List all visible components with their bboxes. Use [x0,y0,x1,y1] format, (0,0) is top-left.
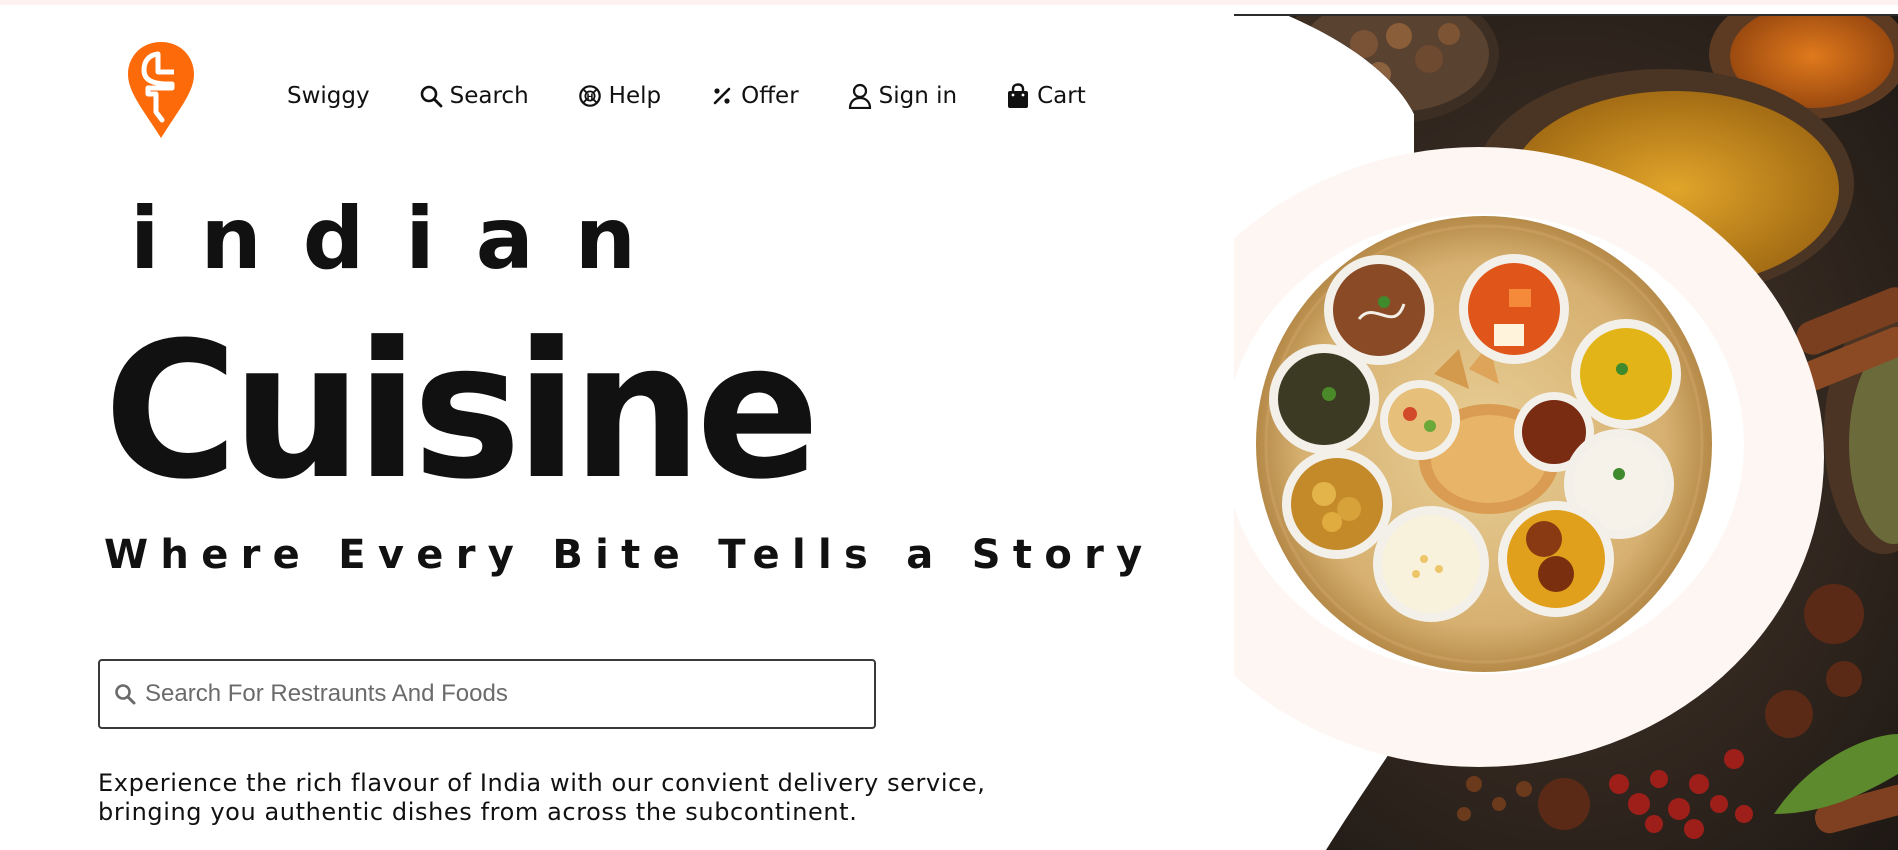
svg-text:H: H [586,92,593,102]
help-lifebuoy-icon: H [578,84,602,108]
nav-swiggy-label: Swiggy [287,83,370,109]
top-nav: Swiggy Search H Help Offer Sign in Cart [287,78,1086,114]
percent-icon [710,84,734,108]
nav-cart-label: Cart [1037,83,1086,109]
nav-swiggy[interactable]: Swiggy [287,78,370,114]
search-bar[interactable] [98,659,876,729]
nav-search[interactable]: Search [419,78,529,114]
nav-sign-in-label: Sign in [878,83,958,109]
shopping-bag-icon [1006,83,1030,108]
swiggy-logo[interactable] [126,40,196,140]
search-icon [419,84,443,108]
description-line-1: Experience the rich flavour of India wit… [98,769,986,797]
nav-sign-in[interactable]: Sign in [848,78,957,114]
nav-help-label: Help [608,83,662,109]
hero-top-border [1234,14,1898,16]
top-accent-strip [0,0,1898,5]
headline-cuisine: Cuisine [104,302,820,521]
hero-food-image [1234,14,1898,850]
nav-offer[interactable]: Offer [710,78,799,114]
search-input[interactable] [143,679,847,709]
headline-tagline: Where Every Bite Tells a Story [104,532,1155,578]
nav-search-label: Search [449,83,529,109]
search-icon [113,682,137,706]
landing-page: Swiggy Search H Help Offer Sign in Cart … [0,0,1898,850]
nav-cart[interactable]: Cart [1006,78,1086,114]
nav-help[interactable]: H Help [578,78,661,114]
user-icon [848,83,872,109]
intro-description: Experience the rich flavour of India wit… [98,769,986,827]
headline-indian: indian [130,189,677,289]
nav-offer-label: Offer [741,83,799,109]
description-line-2: bringing you authentic dishes from acros… [98,798,858,826]
